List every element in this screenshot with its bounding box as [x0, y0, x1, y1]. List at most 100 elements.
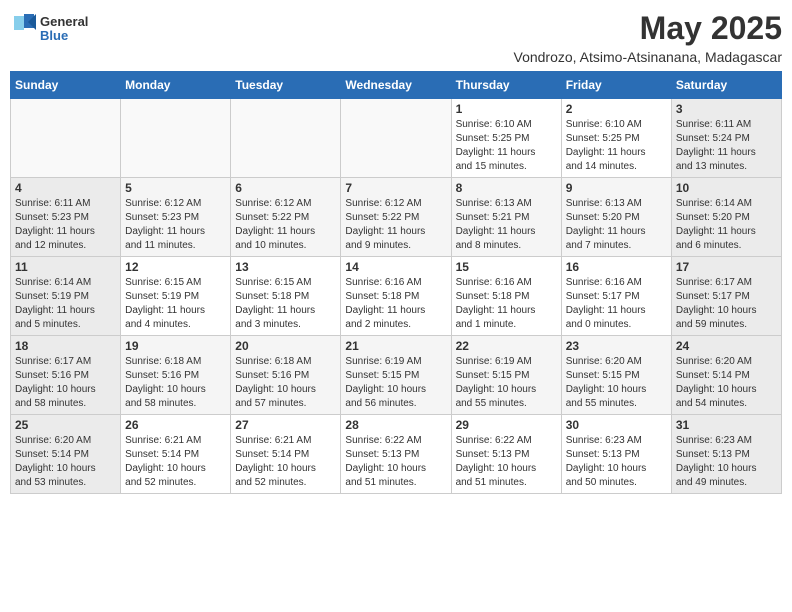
day-number: 22: [456, 339, 557, 353]
day-info: Sunrise: 6:15 AM Sunset: 5:18 PM Dayligh…: [235, 276, 336, 332]
header-saturday: Saturday: [671, 72, 781, 99]
header-sunday: Sunday: [11, 72, 121, 99]
calendar-week-row: 25Sunrise: 6:20 AM Sunset: 5:14 PM Dayli…: [11, 415, 782, 494]
calendar-cell: [341, 99, 451, 178]
calendar-cell: 10 Sunrise: 6:14 AM Sunset: 5:20 PM Dayli…: [671, 178, 781, 257]
day-info: Sunrise: 6:18 AM Sunset: 5:16 PM Dayligh…: [125, 355, 226, 411]
calendar-cell: 6Sunrise: 6:12 AM Sunset: 5:22 PM Daylig…: [231, 178, 341, 257]
calendar-cell: 1 Sunrise: 6:10 AM Sunset: 5:25 PM Daylig…: [451, 99, 561, 178]
day-info: Sunrise: 6:20 AM Sunset: 5:14 PM Dayligh…: [676, 355, 777, 411]
day-number: 29: [456, 418, 557, 432]
month-year-title: May 2025: [514, 10, 783, 47]
calendar-cell: 25Sunrise: 6:20 AM Sunset: 5:14 PM Dayli…: [11, 415, 121, 494]
calendar-cell: 27 Sunrise: 6:21 AM Sunset: 5:14 PM Dayli…: [231, 415, 341, 494]
day-number: 28: [345, 418, 446, 432]
day-info: Sunrise: 6:12 AM Sunset: 5:22 PM Dayligh…: [345, 197, 446, 253]
calendar-cell: 14 Sunrise: 6:16 AM Sunset: 5:18 PM Dayli…: [341, 257, 451, 336]
header-tuesday: Tuesday: [231, 72, 341, 99]
day-info: Sunrise: 6:11 AM Sunset: 5:24 PM Dayligh…: [676, 118, 777, 174]
calendar-cell: 20 Sunrise: 6:18 AM Sunset: 5:16 PM Dayli…: [231, 336, 341, 415]
calendar-cell: 3 Sunrise: 6:11 AM Sunset: 5:24 PM Daylig…: [671, 99, 781, 178]
calendar-cell: 28 Sunrise: 6:22 AM Sunset: 5:13 PM Dayli…: [341, 415, 451, 494]
day-info: Sunrise: 6:13 AM Sunset: 5:21 PM Dayligh…: [456, 197, 557, 253]
day-number: 4: [15, 181, 116, 195]
day-number: 26: [125, 418, 226, 432]
calendar-cell: 12 Sunrise: 6:15 AM Sunset: 5:19 PM Dayli…: [121, 257, 231, 336]
day-number: 30: [566, 418, 667, 432]
calendar-cell: 16Sunrise: 6:16 AM Sunset: 5:17 PM Dayli…: [561, 257, 671, 336]
day-info: Sunrise: 6:14 AM Sunset: 5:19 PM Dayligh…: [15, 276, 116, 332]
logo: General Blue: [10, 10, 100, 46]
day-info: Sunrise: 6:16 AM Sunset: 5:18 PM Dayligh…: [456, 276, 557, 332]
day-info: Sunrise: 6:22 AM Sunset: 5:13 PM Dayligh…: [345, 434, 446, 490]
day-info: Sunrise: 6:16 AM Sunset: 5:18 PM Dayligh…: [345, 276, 446, 332]
day-number: 20: [235, 339, 336, 353]
location-subtitle: Vondrozo, Atsimo-Atsinanana, Madagascar: [514, 49, 783, 65]
day-info: Sunrise: 6:20 AM Sunset: 5:15 PM Dayligh…: [566, 355, 667, 411]
day-info: Sunrise: 6:15 AM Sunset: 5:19 PM Dayligh…: [125, 276, 226, 332]
calendar-cell: 24 Sunrise: 6:20 AM Sunset: 5:14 PM Dayli…: [671, 336, 781, 415]
calendar-week-row: 11Sunrise: 6:14 AM Sunset: 5:19 PM Dayli…: [11, 257, 782, 336]
calendar-cell: 21Sunrise: 6:19 AM Sunset: 5:15 PM Dayli…: [341, 336, 451, 415]
calendar-cell: 9 Sunrise: 6:13 AM Sunset: 5:20 PM Daylig…: [561, 178, 671, 257]
calendar-cell: 18Sunrise: 6:17 AM Sunset: 5:16 PM Dayli…: [11, 336, 121, 415]
day-info: Sunrise: 6:13 AM Sunset: 5:20 PM Dayligh…: [566, 197, 667, 253]
calendar-cell: 13 Sunrise: 6:15 AM Sunset: 5:18 PM Dayli…: [231, 257, 341, 336]
day-number: 17: [676, 260, 777, 274]
day-number: 10: [676, 181, 777, 195]
day-number: 23: [566, 339, 667, 353]
day-info: Sunrise: 6:18 AM Sunset: 5:16 PM Dayligh…: [235, 355, 336, 411]
day-number: 27: [235, 418, 336, 432]
day-info: Sunrise: 6:17 AM Sunset: 5:16 PM Dayligh…: [15, 355, 116, 411]
day-number: 24: [676, 339, 777, 353]
calendar-cell: [121, 99, 231, 178]
day-info: Sunrise: 6:19 AM Sunset: 5:15 PM Dayligh…: [345, 355, 446, 411]
calendar-cell: 23 Sunrise: 6:20 AM Sunset: 5:15 PM Dayli…: [561, 336, 671, 415]
calendar-cell: 31Sunrise: 6:23 AM Sunset: 5:13 PM Dayli…: [671, 415, 781, 494]
day-number: 1: [456, 102, 557, 116]
calendar-week-row: 1 Sunrise: 6:10 AM Sunset: 5:25 PM Daylig…: [11, 99, 782, 178]
calendar-week-row: 4 Sunrise: 6:11 AM Sunset: 5:23 PM Daylig…: [11, 178, 782, 257]
calendar-cell: 11Sunrise: 6:14 AM Sunset: 5:19 PM Dayli…: [11, 257, 121, 336]
day-number: 12: [125, 260, 226, 274]
day-number: 14: [345, 260, 446, 274]
day-number: 7: [345, 181, 446, 195]
calendar-cell: 26 Sunrise: 6:21 AM Sunset: 5:14 PM Dayli…: [121, 415, 231, 494]
day-number: 8: [456, 181, 557, 195]
day-info: Sunrise: 6:21 AM Sunset: 5:14 PM Dayligh…: [235, 434, 336, 490]
calendar-cell: [231, 99, 341, 178]
calendar-cell: 15 Sunrise: 6:16 AM Sunset: 5:18 PM Dayli…: [451, 257, 561, 336]
day-info: Sunrise: 6:23 AM Sunset: 5:13 PM Dayligh…: [566, 434, 667, 490]
header-monday: Monday: [121, 72, 231, 99]
logo-svg: General Blue: [10, 10, 100, 46]
calendar-cell: 8 Sunrise: 6:13 AM Sunset: 5:21 PM Daylig…: [451, 178, 561, 257]
day-info: Sunrise: 6:10 AM Sunset: 5:25 PM Dayligh…: [566, 118, 667, 174]
day-number: 19: [125, 339, 226, 353]
calendar-cell: 19 Sunrise: 6:18 AM Sunset: 5:16 PM Dayli…: [121, 336, 231, 415]
day-number: 9: [566, 181, 667, 195]
day-number: 13: [235, 260, 336, 274]
day-number: 15: [456, 260, 557, 274]
day-info: Sunrise: 6:23 AM Sunset: 5:13 PM Dayligh…: [676, 434, 777, 490]
day-info: Sunrise: 6:21 AM Sunset: 5:14 PM Dayligh…: [125, 434, 226, 490]
day-number: 2: [566, 102, 667, 116]
day-number: 3: [676, 102, 777, 116]
header: General Blue May 2025 Vondrozo, Atsimo-A…: [10, 10, 782, 65]
day-info: Sunrise: 6:14 AM Sunset: 5:20 PM Dayligh…: [676, 197, 777, 253]
calendar-cell: 22 Sunrise: 6:19 AM Sunset: 5:15 PM Dayli…: [451, 336, 561, 415]
day-info: Sunrise: 6:20 AM Sunset: 5:14 PM Dayligh…: [15, 434, 116, 490]
day-number: 6: [235, 181, 336, 195]
day-number: 16: [566, 260, 667, 274]
day-info: Sunrise: 6:12 AM Sunset: 5:23 PM Dayligh…: [125, 197, 226, 253]
calendar-cell: [11, 99, 121, 178]
calendar-cell: 17Sunrise: 6:17 AM Sunset: 5:17 PM Dayli…: [671, 257, 781, 336]
day-info: Sunrise: 6:19 AM Sunset: 5:15 PM Dayligh…: [456, 355, 557, 411]
calendar-cell: 4 Sunrise: 6:11 AM Sunset: 5:23 PM Daylig…: [11, 178, 121, 257]
svg-text:Blue: Blue: [40, 28, 68, 43]
day-info: Sunrise: 6:10 AM Sunset: 5:25 PM Dayligh…: [456, 118, 557, 174]
calendar-cell: 29Sunrise: 6:22 AM Sunset: 5:13 PM Dayli…: [451, 415, 561, 494]
calendar-cell: 30 Sunrise: 6:23 AM Sunset: 5:13 PM Dayli…: [561, 415, 671, 494]
calendar-cell: 5Sunrise: 6:12 AM Sunset: 5:23 PM Daylig…: [121, 178, 231, 257]
page-container: General Blue May 2025 Vondrozo, Atsimo-A…: [10, 10, 782, 494]
day-info: Sunrise: 6:11 AM Sunset: 5:23 PM Dayligh…: [15, 197, 116, 253]
